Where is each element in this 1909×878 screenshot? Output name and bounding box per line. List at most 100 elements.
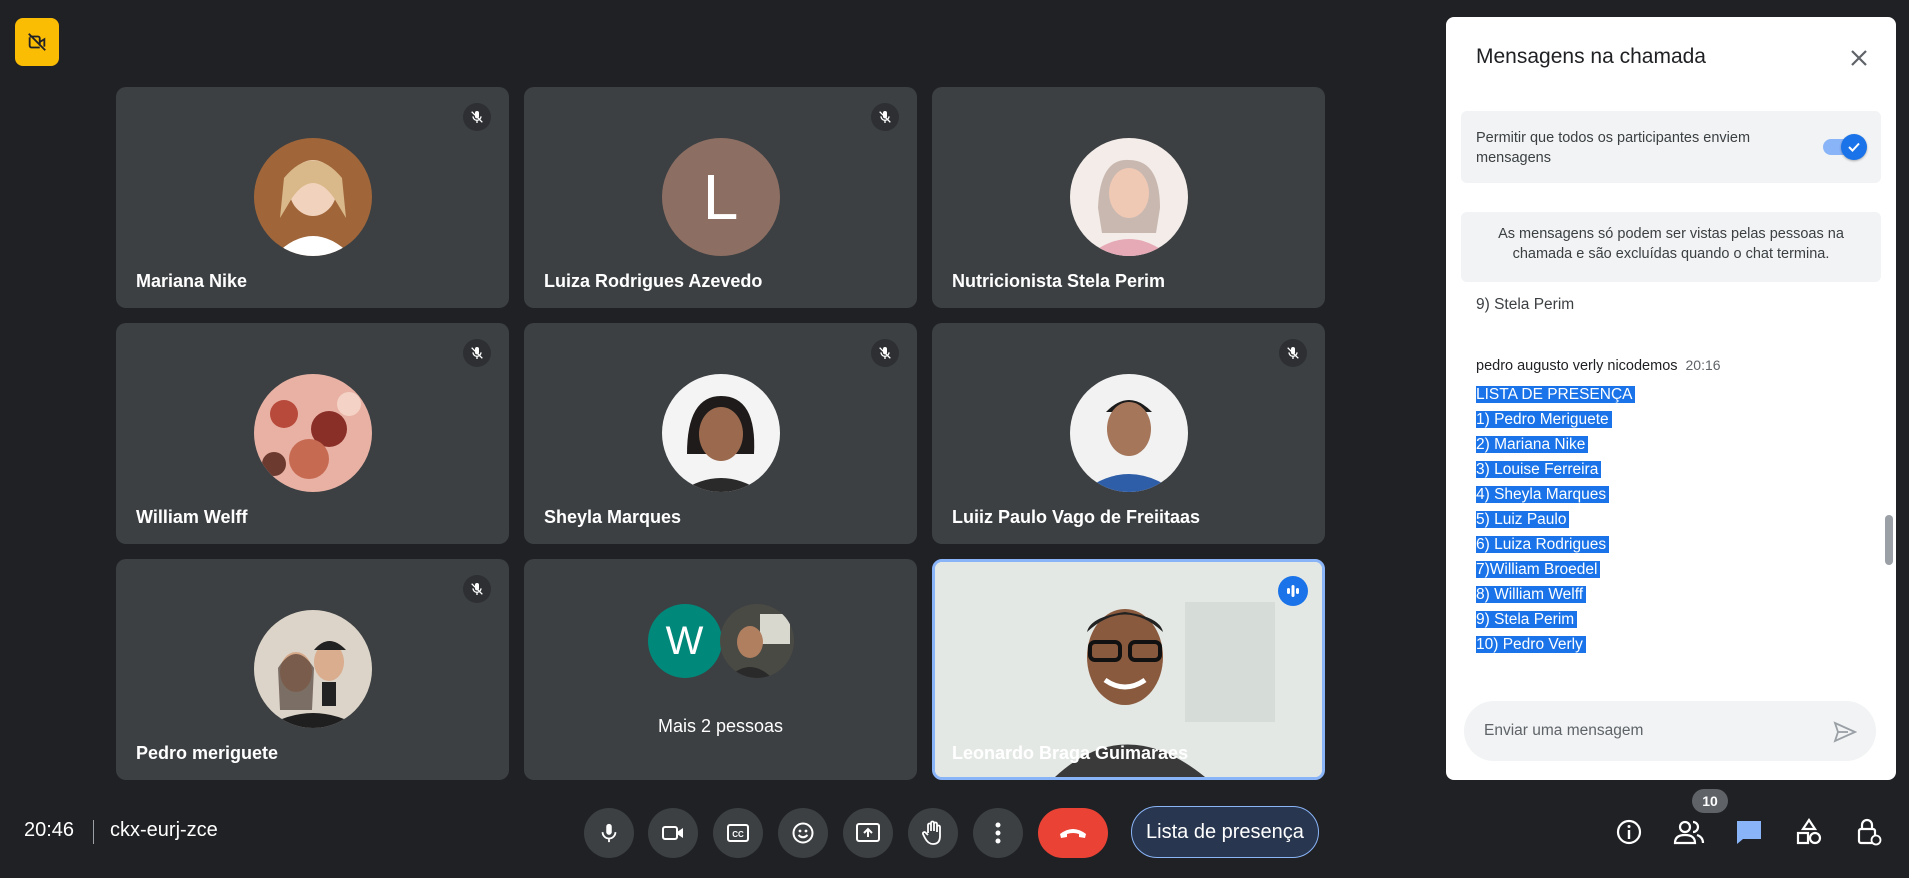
avatar: W bbox=[647, 604, 722, 678]
meeting-clock: 20:46 bbox=[24, 819, 75, 841]
more-participants-label: Mais 2 pessoas bbox=[657, 716, 784, 736]
message-line: 3) Louise Ferreira bbox=[1476, 457, 1635, 482]
mic-off-icon bbox=[871, 339, 899, 367]
svg-text:CC: CC bbox=[732, 830, 744, 839]
present-icon bbox=[856, 823, 880, 842]
speaking-icon bbox=[1278, 576, 1308, 606]
bottom-toolbar: 20:46 ckx-eurj-zce CC Lista de presença bbox=[0, 789, 1909, 878]
avatar bbox=[253, 374, 372, 492]
chat-scrollbar[interactable] bbox=[1885, 515, 1893, 565]
participant-tile[interactable]: Nutricionista Stela Perim bbox=[932, 87, 1325, 308]
activities-icon bbox=[1796, 818, 1822, 845]
message-line: 6) Luiza Rodrigues bbox=[1476, 532, 1635, 557]
raise-hand-button[interactable] bbox=[908, 808, 958, 858]
permit-messages-label: Permitir que todos os participantes envi… bbox=[1476, 130, 1751, 166]
permit-messages-setting: Permitir que todos os participantes envi… bbox=[1461, 111, 1881, 183]
participant-tile[interactable]: Pedro meriguete bbox=[116, 559, 509, 780]
host-controls-icon bbox=[1857, 818, 1882, 846]
mic-off-icon bbox=[463, 103, 491, 131]
avatar bbox=[661, 374, 780, 492]
participant-tile[interactable]: L Luiza Rodrigues Azevedo bbox=[524, 87, 917, 308]
message-line: 2) Mariana Nike bbox=[1476, 432, 1635, 457]
chat-title: Mensagens na chamada bbox=[1476, 45, 1706, 68]
more-participants-tile[interactable]: W Mais 2 pessoas bbox=[524, 559, 917, 780]
emoji-icon bbox=[792, 822, 814, 844]
participant-tile[interactable]: Luiiz Paulo Vago de Freiitaas bbox=[932, 323, 1325, 544]
message-time: 20:16 bbox=[1685, 357, 1721, 373]
avatar: L bbox=[661, 138, 780, 256]
message-line: 4) Sheyla Marques bbox=[1476, 482, 1635, 507]
chat-notice: As mensagens só podem ser vistas pelas p… bbox=[1461, 212, 1881, 282]
participant-name: Mariana Nike bbox=[136, 271, 248, 291]
participant-tile[interactable]: William Welff bbox=[116, 323, 509, 544]
avatar bbox=[1069, 138, 1188, 256]
message-line: LISTA DE PRESENÇA bbox=[1476, 382, 1636, 407]
message-body: LISTA DE PRESENÇA 1) Pedro Meriguete 2) … bbox=[1476, 382, 1636, 657]
mic-off-icon bbox=[463, 575, 491, 603]
meeting-code[interactable]: ckx-eurj-zce bbox=[110, 819, 218, 842]
participant-tile[interactable]: Mariana Nike bbox=[116, 87, 509, 308]
send-message-button[interactable] bbox=[1832, 719, 1858, 745]
emoji-reaction-button[interactable] bbox=[778, 808, 828, 858]
captions-button[interactable]: CC bbox=[713, 808, 763, 858]
captions-icon: CC bbox=[727, 824, 749, 842]
permit-messages-toggle[interactable] bbox=[1821, 134, 1867, 160]
mic-off-icon bbox=[463, 339, 491, 367]
separator bbox=[93, 820, 94, 844]
mic-off-icon bbox=[871, 103, 899, 131]
message-header: pedro augusto verly nicodemos 20:16 bbox=[1476, 357, 1721, 374]
more-options-icon bbox=[995, 822, 1001, 844]
people-count-badge: 10 bbox=[1692, 789, 1728, 813]
close-chat-button[interactable] bbox=[1844, 43, 1874, 73]
people-icon bbox=[1673, 820, 1705, 845]
close-icon bbox=[1851, 50, 1867, 66]
info-icon bbox=[1616, 819, 1642, 845]
participant-name: Luiza Rodrigues Azevedo bbox=[544, 271, 763, 291]
activity-button[interactable]: Lista de presença bbox=[1131, 806, 1319, 858]
present-screen-button[interactable] bbox=[843, 808, 893, 858]
avatar bbox=[253, 138, 372, 256]
participant-name: Nutricionista Stela Perim bbox=[952, 271, 1166, 291]
chat-message-input[interactable] bbox=[1484, 701, 1814, 761]
avatar bbox=[1069, 374, 1188, 492]
message-line: 9) Stela Perim bbox=[1476, 607, 1635, 632]
participant-tile[interactable]: Sheyla Marques bbox=[524, 323, 917, 544]
message-line: 8) William Welff bbox=[1476, 582, 1635, 607]
send-icon bbox=[1833, 721, 1857, 743]
message-author: pedro augusto verly nicodemos bbox=[1476, 358, 1678, 374]
more-avatars: W bbox=[647, 604, 794, 678]
mic-icon bbox=[601, 823, 617, 843]
end-call-button[interactable] bbox=[1038, 808, 1108, 858]
previous-message-line: 9) Stela Perim bbox=[1476, 296, 1575, 313]
participant-grid: Mariana Nike L Luiza Rodrigues Azevedo N… bbox=[116, 87, 1326, 781]
meet-window: Mariana Nike L Luiza Rodrigues Azevedo N… bbox=[0, 0, 1909, 878]
people-button[interactable] bbox=[1669, 812, 1709, 852]
participant-name: Leonardo Braga Guimaraes bbox=[952, 743, 1189, 763]
avatar bbox=[253, 610, 372, 728]
chat-icon bbox=[1737, 821, 1761, 844]
raise-hand-icon bbox=[922, 820, 941, 845]
camera-button[interactable] bbox=[648, 808, 698, 858]
check-icon bbox=[1848, 142, 1860, 152]
chat-input-wrapper bbox=[1464, 701, 1876, 761]
meeting-info-button[interactable] bbox=[1609, 812, 1649, 852]
more-options-button[interactable] bbox=[973, 808, 1023, 858]
activities-button[interactable] bbox=[1789, 812, 1829, 852]
host-controls-button[interactable] bbox=[1849, 812, 1889, 852]
participant-tile-active[interactable]: Leonardo Braga Guimaraes bbox=[932, 559, 1325, 780]
camera-off-icon bbox=[28, 33, 46, 51]
camera-off-badge[interactable] bbox=[15, 18, 59, 66]
message-line: 7)William Broedel bbox=[1476, 557, 1635, 582]
end-call-icon bbox=[1060, 829, 1086, 838]
chat-button[interactable] bbox=[1729, 812, 1769, 852]
avatar bbox=[719, 604, 794, 678]
participant-name: William Welff bbox=[136, 507, 248, 527]
participant-name: Pedro meriguete bbox=[136, 743, 279, 763]
participant-name: Sheyla Marques bbox=[544, 507, 682, 527]
participant-name: Luiiz Paulo Vago de Freiitaas bbox=[952, 507, 1201, 527]
message-line: 5) Luiz Paulo bbox=[1476, 507, 1635, 532]
message-line: 1) Pedro Meriguete bbox=[1476, 407, 1635, 432]
microphone-button[interactable] bbox=[584, 808, 634, 858]
chat-panel: Mensagens na chamada Permitir que todos … bbox=[1446, 17, 1896, 780]
message-line: 10) Pedro Verly bbox=[1476, 632, 1635, 657]
